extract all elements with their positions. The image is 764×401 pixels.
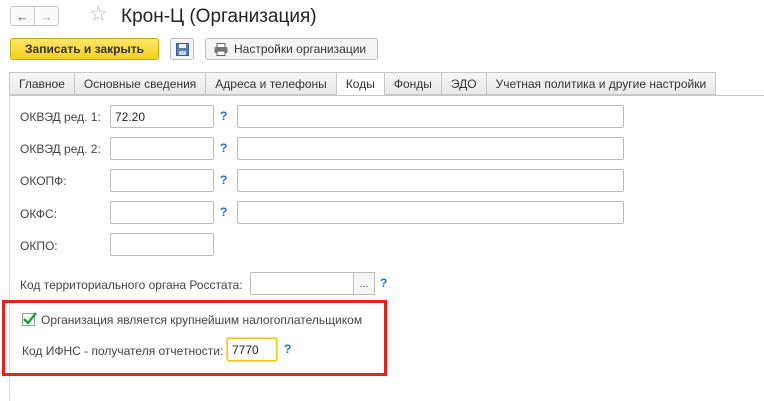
ifns-code-input[interactable]	[227, 338, 277, 361]
okved1-help-icon[interactable]: ?	[220, 109, 227, 123]
rosstat-select-button[interactable]: ...	[354, 272, 375, 295]
arrow-left-icon: ←	[16, 8, 29, 24]
okved2-description-input[interactable]	[237, 137, 624, 160]
tab-main[interactable]: Главное	[9, 72, 74, 95]
tab-codes[interactable]: Коды	[335, 72, 384, 96]
floppy-icon	[175, 42, 189, 56]
tab-edo[interactable]: ЭДО	[440, 72, 486, 95]
okpo-input[interactable]	[110, 233, 214, 256]
tab-basic-info[interactable]: Основные сведения	[73, 72, 206, 95]
save-and-close-button[interactable]: Записать и закрыть	[10, 38, 159, 60]
tab-funds[interactable]: Фонды	[383, 72, 441, 95]
okfs-help-icon[interactable]: ?	[220, 205, 227, 219]
organization-settings-button[interactable]: Настройки организации	[205, 38, 378, 60]
ifns-label: Код ИФНС - получателя отчетности:	[22, 344, 224, 358]
okfs-label: ОКФС:	[20, 207, 58, 221]
ifns-help-icon[interactable]: ?	[284, 342, 291, 356]
star-icon[interactable]: ☆	[89, 2, 108, 27]
save-button[interactable]	[170, 38, 194, 60]
okopf-input[interactable]	[110, 169, 214, 192]
panel-border	[9, 95, 10, 401]
okfs-input[interactable]	[110, 201, 214, 224]
okved1-label: ОКВЭД ред. 1:	[20, 110, 101, 124]
okopf-label: ОКОПФ:	[20, 174, 67, 188]
okopf-help-icon[interactable]: ?	[220, 173, 227, 187]
rosstat-help-icon[interactable]: ?	[380, 276, 387, 290]
okved2-input[interactable]	[110, 137, 214, 160]
rosstat-input[interactable]	[250, 272, 354, 295]
okved1-input[interactable]	[110, 105, 214, 128]
highlight-frame	[2, 300, 387, 376]
checkmark-icon	[23, 312, 37, 325]
okved2-help-icon[interactable]: ?	[220, 141, 227, 155]
rosstat-label: Код территориального органа Росстата:	[20, 278, 243, 292]
largest-taxpayer-checkbox[interactable]	[22, 312, 37, 326]
forward-button[interactable]: →	[34, 6, 59, 26]
okfs-description-input[interactable]	[237, 201, 624, 224]
arrow-right-icon: →	[40, 8, 53, 24]
tab-divider	[9, 95, 764, 96]
printer-icon	[214, 42, 228, 56]
settings-label: Настройки организации	[234, 42, 367, 56]
okpo-label: ОКПО:	[20, 239, 58, 253]
okved2-label: ОКВЭД ред. 2:	[20, 142, 101, 156]
back-button[interactable]: ←	[10, 6, 35, 26]
tab-addresses[interactable]: Адреса и телефоны	[205, 72, 336, 95]
okopf-description-input[interactable]	[237, 169, 624, 192]
tab-accounting-policy[interactable]: Учетная политика и другие настройки	[485, 72, 717, 95]
largest-taxpayer-label: Организация является крупнейшим налогопл…	[41, 313, 363, 327]
tab-bar: Главное Основные сведения Адреса и телеф…	[9, 72, 717, 96]
okved1-description-input[interactable]	[237, 105, 624, 128]
page-title: Крон-Ц (Организация)	[121, 6, 317, 27]
